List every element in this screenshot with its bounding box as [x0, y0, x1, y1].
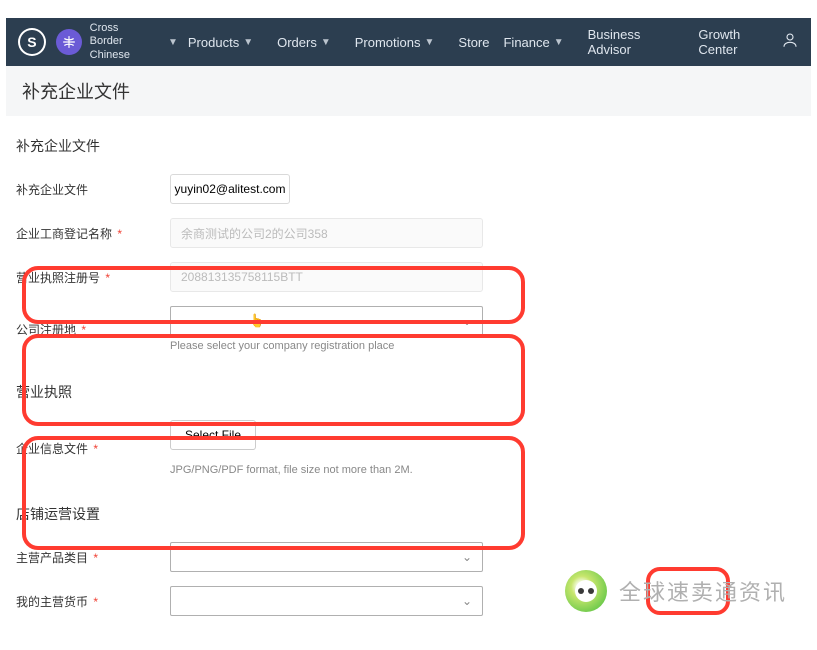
watermark: 全球速卖通资讯 — [565, 570, 787, 612]
input-license-number[interactable]: 208813135758115BTT — [170, 262, 483, 292]
nav-products[interactable]: Products ▼ — [188, 35, 263, 50]
nav-store-label: Store — [458, 35, 489, 50]
select-file-button[interactable]: Select File — [170, 420, 256, 450]
lang-line1: Cross Border — [90, 22, 154, 48]
watermark-text: 全球速卖通资讯 — [619, 575, 787, 607]
user-icon[interactable] — [781, 31, 799, 54]
label-registration-place: 公司注册地 * — [16, 321, 170, 338]
label-license-number: 营业执照注册号 * — [16, 269, 170, 286]
label-main-currency: 我的主营货币 * — [16, 593, 170, 610]
chevron-down-icon: ⌄ — [462, 550, 472, 564]
wechat-icon — [565, 570, 607, 612]
select-main-currency[interactable]: ⌄ — [170, 586, 483, 616]
nav-orders[interactable]: Orders ▼ — [277, 35, 341, 50]
chevron-down-icon: ⌄ — [462, 314, 472, 328]
caret-down-icon: ▼ — [321, 37, 331, 48]
page-title: 补充企业文件 — [6, 66, 811, 116]
nav-growth-label: Growth Center — [698, 27, 781, 57]
hint-registration-place: Please select your company registration … — [170, 340, 483, 352]
row-company-name: 企业工商登记名称 * 余商测试的公司2的公司358 — [16, 218, 805, 248]
caret-down-icon: ▼ — [554, 37, 564, 48]
select-main-category[interactable]: ⌄ — [170, 542, 483, 572]
nav-promotions[interactable]: Promotions ▼ — [355, 35, 445, 50]
section2-title: 营业执照 — [16, 382, 805, 402]
label-company-file: 企业信息文件 * — [16, 440, 170, 457]
label-account-email: 补充企业文件 — [16, 181, 170, 198]
row-license-number: 营业执照注册号 * 208813135758115BTT — [16, 262, 805, 292]
value-account-email: yuyin02@alitest.com — [170, 174, 290, 204]
row-registration-place: 公司注册地 * 👆 ⌄ Please select your company r… — [16, 306, 805, 352]
caret-down-icon: ▼ — [168, 37, 178, 48]
brand-logo: S — [18, 28, 46, 56]
hint-file-format: JPG/PNG/PDF format, file size not more t… — [170, 464, 413, 476]
globe-icon[interactable] — [56, 29, 82, 55]
nav-advisor-label: Business Advisor — [588, 27, 685, 57]
nav-growth[interactable]: Growth Center — [698, 27, 781, 57]
chevron-down-icon: ⌄ — [462, 594, 472, 608]
cursor-icon: 👆 — [248, 313, 264, 329]
label-company-name: 企业工商登记名称 * — [16, 225, 170, 242]
nav-store[interactable]: Store — [458, 35, 489, 50]
row-main-category: 主营产品类目 * ⌄ — [16, 542, 805, 572]
nav-orders-label: Orders — [277, 35, 317, 50]
top-navbar: S Cross Border Chinese ▼ Products ▼ Order… — [6, 18, 811, 66]
language-selector[interactable]: Cross Border Chinese — [90, 22, 154, 62]
row-account-email: 补充企业文件 yuyin02@alitest.com — [16, 174, 805, 204]
nav-finance[interactable]: Finance ▼ — [503, 35, 573, 50]
select-registration-place[interactable]: 👆 ⌄ — [170, 306, 483, 336]
lang-line2: Chinese — [90, 49, 154, 62]
nav-promotions-label: Promotions — [355, 35, 421, 50]
nav-advisor[interactable]: Business Advisor — [588, 27, 685, 57]
nav-products-label: Products — [188, 35, 239, 50]
section1-title: 补充企业文件 — [16, 136, 805, 156]
nav-finance-label: Finance — [503, 35, 549, 50]
label-main-category: 主营产品类目 * — [16, 549, 170, 566]
caret-down-icon: ▼ — [425, 37, 435, 48]
section3-title: 店铺运营设置 — [16, 504, 805, 524]
input-company-name[interactable]: 余商测试的公司2的公司358 — [170, 218, 483, 248]
row-company-file: 企业信息文件 * Select File JPG/PNG/PDF format,… — [16, 420, 805, 476]
caret-down-icon: ▼ — [243, 37, 253, 48]
main-nav: Products ▼ Orders ▼ Promotions ▼ Store Fina… — [188, 27, 781, 57]
